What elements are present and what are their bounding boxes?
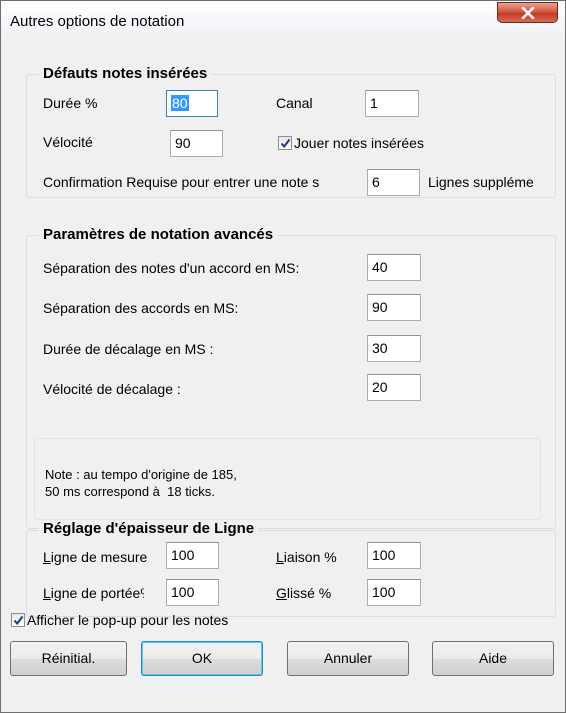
thickness-title: Réglage d'épaisseur de Ligne bbox=[39, 520, 259, 537]
thickness-group bbox=[26, 530, 556, 617]
slide-label: Glissé % bbox=[276, 585, 332, 601]
confirmation-input[interactable]: 6 bbox=[367, 169, 420, 196]
checkmark-icon bbox=[13, 615, 24, 626]
inserted-defaults-title: Défauts notes insérées bbox=[39, 65, 212, 82]
window-title: Autres options de notation bbox=[10, 13, 185, 30]
offset-duration-label: Durée de décalage en MS : bbox=[43, 341, 214, 357]
velocity-label: Vélocité bbox=[43, 134, 93, 150]
reset-button[interactable]: Réinitial. bbox=[10, 641, 127, 676]
staff-line-input[interactable]: 100 bbox=[166, 579, 219, 606]
offset-velocity-input[interactable]: 20 bbox=[367, 374, 421, 401]
dialog-window: Autres options de notation Défauts notes… bbox=[0, 0, 566, 713]
title-bar[interactable]: Autres options de notation bbox=[1, 1, 565, 39]
play-inserted-label: Jouer notes insérées bbox=[294, 135, 424, 151]
offset-duration-input[interactable]: 30 bbox=[367, 335, 421, 362]
velocity-input[interactable]: 90 bbox=[170, 130, 223, 157]
offset-velocity-label: Vélocité de décalage : bbox=[43, 381, 181, 397]
help-button[interactable]: Aide bbox=[432, 641, 554, 676]
channel-label: Canal bbox=[276, 95, 313, 111]
bar-line-input[interactable]: 100 bbox=[166, 542, 219, 569]
checkmark-icon bbox=[280, 138, 291, 149]
chord-sep-label: Séparation des accords en MS: bbox=[43, 300, 239, 316]
play-inserted-checkbox[interactable] bbox=[278, 136, 292, 150]
slide-input[interactable]: 100 bbox=[367, 579, 421, 606]
ok-button[interactable]: OK bbox=[141, 641, 263, 676]
tie-input[interactable]: 100 bbox=[367, 542, 421, 569]
channel-input[interactable]: 1 bbox=[365, 90, 419, 117]
duration-label: Durée % bbox=[43, 95, 98, 111]
chord-sep-input[interactable]: 90 bbox=[367, 294, 421, 321]
confirmation-label: Confirmation Requise pour entrer une not… bbox=[43, 174, 320, 190]
tie-label: Liaison % bbox=[276, 549, 337, 565]
bar-line-label: Ligne de mesure bbox=[43, 549, 148, 565]
tempo-note-box: Note : au tempo d'origine de 185, 50 ms … bbox=[34, 438, 541, 520]
tempo-note-line2: 50 ms correspond à 18 ticks. bbox=[45, 484, 215, 499]
extra-lines-label: Lignes suppléme bbox=[428, 174, 534, 190]
close-icon bbox=[521, 7, 535, 19]
duration-input[interactable]: 80 bbox=[166, 90, 218, 117]
chord-note-sep-input[interactable]: 40 bbox=[367, 254, 421, 281]
tempo-note-line1: Note : au tempo d'origine de 185, bbox=[45, 467, 237, 482]
staff-line-label: Ligne de portée% bbox=[43, 585, 144, 601]
chord-note-sep-label: Séparation des notes d'un accord en MS: bbox=[43, 260, 300, 276]
advanced-title: Paramètres de notation avancés bbox=[39, 226, 278, 243]
close-button[interactable] bbox=[497, 2, 558, 23]
show-popup-checkbox[interactable] bbox=[11, 613, 25, 627]
cancel-button[interactable]: Annuler bbox=[287, 641, 409, 676]
show-popup-label: Afficher le pop-up pour les notes bbox=[27, 612, 229, 628]
